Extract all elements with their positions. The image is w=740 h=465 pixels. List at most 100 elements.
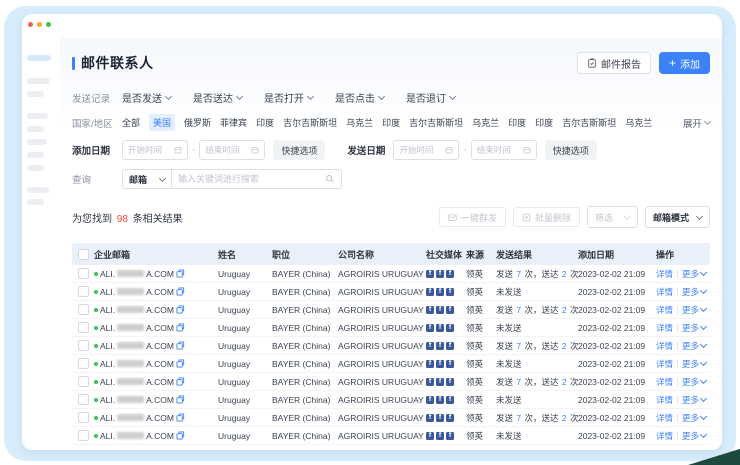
sidebar-item-placeholder[interactable] [27, 152, 44, 158]
copy-icon[interactable] [176, 359, 185, 368]
facebook-icon[interactable]: f [426, 396, 434, 404]
sidebar-item-placeholder[interactable] [27, 165, 44, 171]
maximize-button[interactable] [46, 22, 51, 27]
sidebar-item-placeholder[interactable] [27, 187, 49, 193]
facebook-icon[interactable]: f [436, 414, 444, 422]
row-checkbox[interactable] [78, 286, 89, 297]
facebook-icon[interactable]: f [436, 378, 444, 386]
facebook-icon[interactable]: f [436, 360, 444, 368]
keyword-search-field[interactable] [178, 174, 321, 184]
copy-icon[interactable] [176, 305, 185, 314]
copy-icon[interactable] [176, 323, 185, 332]
more-link[interactable]: 更多 [682, 304, 706, 316]
country-tag[interactable]: 吉尔吉斯斯坦 [562, 116, 616, 129]
minimize-button[interactable] [37, 22, 42, 27]
send-date-quick-options-button[interactable]: 快捷选项 [545, 140, 597, 160]
country-tag[interactable]: 菲律宾 [220, 116, 247, 129]
row-checkbox[interactable] [78, 430, 89, 441]
country-tag[interactable]: 全部 [122, 116, 140, 129]
send-record-filter[interactable]: 是否退订 [406, 90, 455, 105]
more-link[interactable]: 更多 [682, 268, 706, 280]
send-date-start-input[interactable] [393, 140, 459, 160]
email-report-button[interactable]: 邮件报告 [577, 52, 651, 74]
facebook-icon[interactable]: f [446, 396, 454, 404]
facebook-icon[interactable]: f [436, 288, 444, 296]
country-tag[interactable]: 印度 [382, 116, 400, 129]
detail-link[interactable]: 详情 [656, 268, 673, 280]
mailbox-mode-select[interactable]: 邮箱模式 [645, 206, 710, 228]
copy-icon[interactable] [176, 287, 185, 296]
send-record-filter[interactable]: 是否送达 [193, 90, 242, 105]
sidebar-item-placeholder[interactable] [27, 113, 48, 119]
add-date-end-field[interactable] [205, 145, 248, 155]
country-tag[interactable]: 吉尔吉斯斯坦 [283, 116, 337, 129]
add-date-end-input[interactable] [199, 140, 265, 160]
send-date-end-input[interactable] [471, 140, 537, 160]
add-date-quick-options-button[interactable]: 快捷选项 [273, 140, 325, 160]
sidebar-item-placeholder[interactable] [27, 139, 47, 145]
sidebar-item-placeholder[interactable] [27, 199, 44, 205]
copy-icon[interactable] [176, 431, 185, 440]
row-checkbox[interactable] [78, 322, 89, 333]
more-link[interactable]: 更多 [682, 412, 706, 424]
country-tag[interactable]: 印度 [256, 116, 274, 129]
send-date-start-field[interactable] [399, 145, 442, 155]
row-checkbox[interactable] [78, 358, 89, 369]
facebook-icon[interactable]: f [436, 324, 444, 332]
filter-select[interactable]: 筛选 [587, 206, 638, 228]
facebook-icon[interactable]: f [426, 342, 434, 350]
facebook-icon[interactable]: f [446, 270, 454, 278]
sidebar-item-placeholder[interactable] [27, 78, 50, 84]
sidebar-item-placeholder[interactable] [27, 91, 44, 97]
batch-delete-button[interactable]: 批量删除 [513, 207, 580, 227]
facebook-icon[interactable]: f [446, 324, 454, 332]
more-link[interactable]: 更多 [682, 286, 706, 298]
facebook-icon[interactable]: f [436, 270, 444, 278]
detail-link[interactable]: 详情 [656, 412, 673, 424]
copy-icon[interactable] [176, 269, 185, 278]
facebook-icon[interactable]: f [436, 342, 444, 350]
facebook-icon[interactable]: f [426, 306, 434, 314]
detail-link[interactable]: 详情 [656, 340, 673, 352]
facebook-icon[interactable]: f [436, 432, 444, 440]
facebook-icon[interactable]: f [446, 288, 454, 296]
facebook-icon[interactable]: f [426, 414, 434, 422]
facebook-icon[interactable]: f [436, 396, 444, 404]
facebook-icon[interactable]: f [446, 378, 454, 386]
facebook-icon[interactable]: f [426, 360, 434, 368]
copy-icon[interactable] [176, 413, 185, 422]
expand-toggle[interactable]: 展开 [683, 116, 710, 130]
row-checkbox[interactable] [78, 412, 89, 423]
country-tag[interactable]: 乌克兰 [625, 116, 652, 129]
close-button[interactable] [28, 22, 33, 27]
add-button[interactable]: + 添加 [659, 52, 710, 74]
more-link[interactable]: 更多 [682, 430, 706, 442]
row-checkbox[interactable] [78, 268, 89, 279]
country-tag[interactable]: 乌克兰 [472, 116, 499, 129]
country-tag-active[interactable]: 美国 [149, 114, 175, 131]
mass-send-button[interactable]: 一键群发 [439, 207, 506, 227]
facebook-icon[interactable]: f [436, 306, 444, 314]
facebook-icon[interactable]: f [446, 414, 454, 422]
more-link[interactable]: 更多 [682, 340, 706, 352]
more-link[interactable]: 更多 [682, 394, 706, 406]
detail-link[interactable]: 详情 [656, 376, 673, 388]
facebook-icon[interactable]: f [426, 378, 434, 386]
detail-link[interactable]: 详情 [656, 322, 673, 334]
country-tag[interactable]: 印度 [508, 116, 526, 129]
facebook-icon[interactable]: f [446, 360, 454, 368]
sidebar-item-placeholder-active[interactable] [27, 55, 51, 61]
copy-icon[interactable] [176, 341, 185, 350]
facebook-icon[interactable]: f [426, 288, 434, 296]
send-record-filter[interactable]: 是否打开 [264, 90, 313, 105]
detail-link[interactable]: 详情 [656, 394, 673, 406]
country-tag[interactable]: 乌克兰 [346, 116, 373, 129]
more-link[interactable]: 更多 [682, 376, 706, 388]
sidebar-item-placeholder[interactable] [27, 126, 44, 132]
add-date-start-field[interactable] [128, 145, 171, 155]
detail-link[interactable]: 详情 [656, 430, 673, 442]
facebook-icon[interactable]: f [426, 324, 434, 332]
keyword-search-input[interactable] [172, 169, 342, 189]
send-record-filter[interactable]: 是否点击 [335, 90, 384, 105]
query-type-select[interactable]: 邮箱 [122, 169, 172, 189]
